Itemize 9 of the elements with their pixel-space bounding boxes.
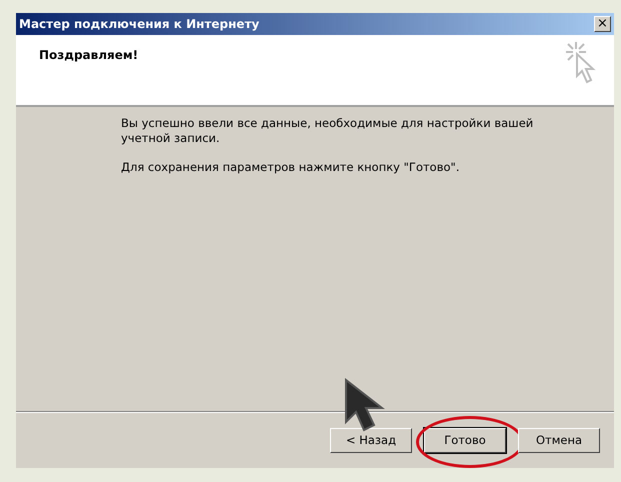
page-heading: Поздравляем! [39,48,138,64]
dialog-button[interactable]: Отмена [518,428,600,452]
dialog-button[interactable]: Готово [424,428,506,452]
window-title: Мастер подключения к Интернету [19,17,260,31]
dialog-button[interactable]: < Назад [330,428,412,452]
close-button[interactable]: × [594,16,611,32]
cursor-sparkle-icon [564,40,598,84]
body-text: Для сохранения параметров нажмите кнопку "Готово". [121,160,460,175]
body-text: Вы успешно ввели все данные, необходимые для настройки вашей учетной записи. [121,116,534,146]
